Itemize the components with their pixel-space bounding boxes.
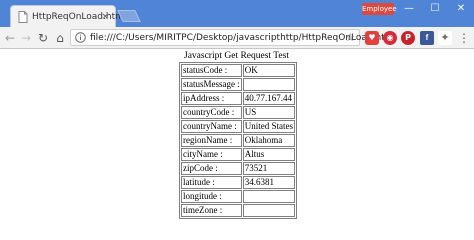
row-value: United States bbox=[242, 120, 295, 133]
table-row: cityName : Altus bbox=[181, 148, 295, 161]
info-icon[interactable] bbox=[75, 32, 86, 43]
table-row: zipCode :73521 bbox=[181, 162, 295, 175]
adblock-icon[interactable]: ◉ bbox=[383, 31, 397, 45]
menu-icon[interactable]: ⋮ bbox=[458, 30, 470, 46]
row-value: US bbox=[242, 106, 295, 119]
row-value: Altus bbox=[242, 148, 295, 161]
browser-toolbar: ← → ↻ ⌂ file:///C:/Users/MIRITPC/Desktop… bbox=[0, 27, 474, 49]
tab-close-icon[interactable]: × bbox=[101, 11, 109, 23]
row-value: OK bbox=[242, 64, 295, 77]
facebook-icon[interactable]: f bbox=[420, 31, 434, 45]
row-value bbox=[242, 78, 295, 91]
row-value: 73521 bbox=[242, 162, 295, 175]
row-key: countryCode : bbox=[181, 106, 242, 119]
row-value bbox=[242, 190, 295, 203]
row-key: statusCode : bbox=[181, 64, 242, 77]
close-window-button[interactable]: ✕ bbox=[448, 0, 474, 18]
pinterest-icon[interactable]: P bbox=[401, 31, 415, 45]
browser-window: HttpReqOnLoad.html × Employee — ☐ ✕ ← → … bbox=[0, 0, 474, 240]
row-key: longitude : bbox=[181, 190, 242, 203]
row-key: latitude : bbox=[181, 176, 242, 189]
table-row: statusMessage : bbox=[181, 78, 295, 91]
home-icon[interactable]: ⌂ bbox=[52, 30, 68, 46]
row-key: countryName : bbox=[181, 120, 242, 133]
row-key: timeZone : bbox=[181, 204, 242, 217]
table-row: longitude : bbox=[181, 190, 295, 203]
table-row: latitude :34.6381 bbox=[181, 176, 295, 189]
row-value: 40.77.167.44 bbox=[242, 92, 295, 105]
row-value: 34.6381 bbox=[242, 176, 295, 189]
document-icon bbox=[18, 11, 28, 23]
pocket-icon[interactable]: ♥ bbox=[365, 31, 379, 45]
table-row: countryName : United States bbox=[181, 120, 295, 133]
profile-badge[interactable]: Employee bbox=[362, 3, 397, 15]
page-content: Javascript Get Request Test statusCode :… bbox=[0, 49, 474, 240]
table-row: timeZone : bbox=[181, 204, 295, 217]
forward-icon[interactable]: → bbox=[18, 30, 34, 46]
row-key: zipCode : bbox=[181, 162, 242, 175]
row-value bbox=[242, 204, 295, 217]
row-key: ipAddress : bbox=[181, 92, 242, 105]
table-row: regionName : Oklahoma bbox=[181, 134, 295, 147]
back-icon[interactable]: ← bbox=[2, 30, 18, 46]
table-row: statusCode : OK bbox=[181, 64, 295, 77]
results-table: statusCode : OK statusMessage : ipAddress… bbox=[179, 62, 297, 219]
table-row: ipAddress :40.77.167.44 bbox=[181, 92, 295, 105]
page-title: Javascript Get Request Test bbox=[184, 51, 289, 61]
reload-icon[interactable]: ↻ bbox=[35, 30, 51, 46]
tab-strip: HttpReqOnLoad.html × Employee — ☐ ✕ bbox=[0, 0, 474, 27]
results-container: Javascript Get Request Test statusCode :… bbox=[179, 51, 297, 219]
table-row: countryCode : US bbox=[181, 106, 295, 119]
tab-title: HttpReqOnLoad.html bbox=[32, 12, 127, 22]
address-bar[interactable]: file:///C:/Users/MIRITPC/Desktop/javascr… bbox=[70, 29, 396, 46]
maximize-button[interactable]: ☐ bbox=[422, 0, 448, 18]
tab-httpreqonload[interactable]: HttpReqOnLoad.html × bbox=[10, 5, 126, 27]
row-value: Oklahoma bbox=[242, 134, 295, 147]
puzzle-icon[interactable]: ✦ bbox=[438, 31, 452, 45]
row-key: regionName : bbox=[181, 134, 242, 147]
row-key: cityName : bbox=[181, 148, 242, 161]
bookmark-star-icon[interactable]: ☆ bbox=[345, 31, 355, 44]
minimize-button[interactable]: — bbox=[396, 0, 422, 18]
row-key: statusMessage : bbox=[181, 78, 242, 91]
